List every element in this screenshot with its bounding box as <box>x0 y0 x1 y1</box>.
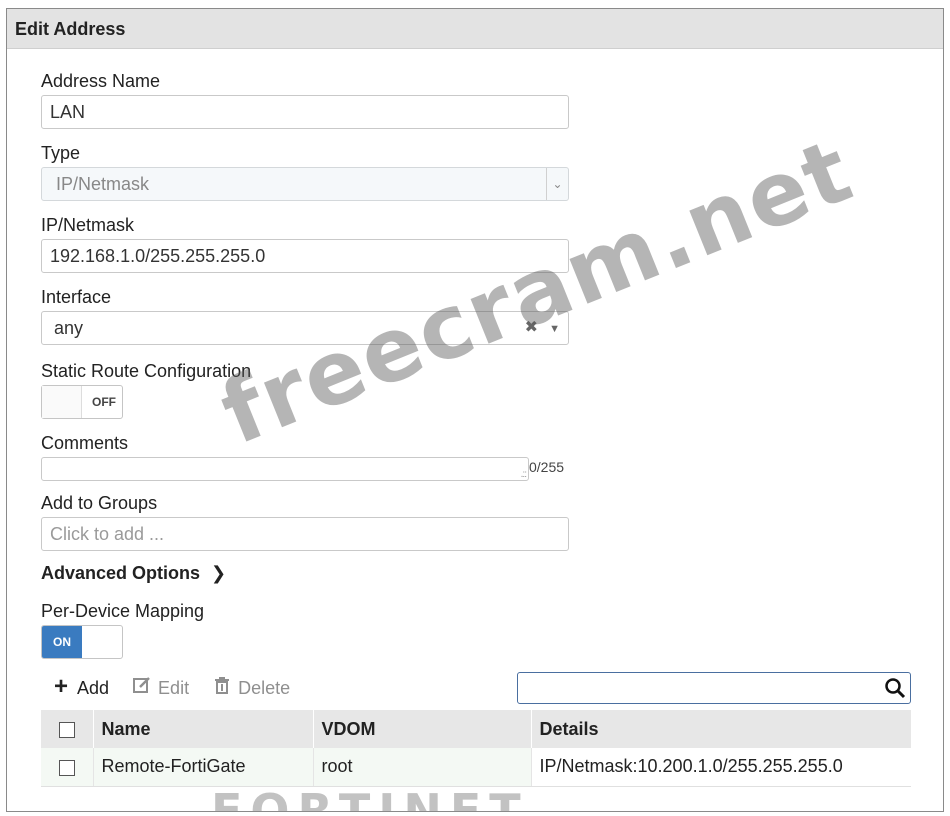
column-header-vdom[interactable]: VDOM <box>313 710 532 748</box>
edit-icon <box>132 676 152 699</box>
delete-label: Delete <box>238 678 291 698</box>
interface-value: any <box>54 318 84 338</box>
comments-char-counter: 0/255 <box>529 459 565 475</box>
search-icon[interactable] <box>884 677 906 699</box>
add-label: Add <box>77 677 110 698</box>
edit-button[interactable]: Edit <box>132 676 189 699</box>
type-value: IP/Netmask <box>56 174 150 194</box>
add-button[interactable]: + Add <box>51 672 110 700</box>
chevron-down-icon[interactable]: ⌄ <box>546 168 568 200</box>
select-all-cell <box>41 710 94 748</box>
advanced-options-toggle[interactable]: Advanced Options ❯ <box>41 563 226 584</box>
dialog-title: Edit Address <box>7 9 943 49</box>
comments-label: Comments <box>41 433 129 453</box>
advanced-options-label: Advanced Options <box>41 563 201 583</box>
comments-textarea[interactable]: .:: <box>41 457 529 481</box>
edit-label: Edit <box>158 678 190 698</box>
row-checkbox[interactable] <box>58 759 75 776</box>
toggle-knob <box>42 386 82 418</box>
groups-placeholder: Click to add ... <box>50 524 165 544</box>
row-details: IP/Netmask:10.200.1.0/255.255.255.0 <box>531 748 911 787</box>
resize-grip-icon[interactable]: .:: <box>521 469 527 480</box>
column-header-details[interactable]: Details <box>531 710 912 748</box>
trash-icon <box>212 676 232 699</box>
row-name: Remote-FortiGate <box>93 748 314 787</box>
mapping-table: Name VDOM Details Remote-FortiGate root … <box>41 710 912 787</box>
chevron-right-icon: ❯ <box>211 563 227 583</box>
plus-icon: + <box>53 672 68 700</box>
interface-label: Interface <box>41 287 112 307</box>
table-row[interactable]: Remote-FortiGate root IP/Netmask:10.200.… <box>41 748 911 787</box>
groups-input[interactable]: Click to add ... <box>41 517 569 551</box>
mapping-toolbar: + Add Edit Delete <box>51 672 308 702</box>
ip-netmask-value: 192.168.1.0/255.255.255.0 <box>50 246 266 266</box>
per-device-toggle[interactable]: ON <box>41 625 123 659</box>
table-header-row: Name VDOM Details <box>41 710 912 748</box>
static-route-toggle[interactable]: OFF <box>41 385 123 419</box>
toggle-on-label: ON <box>42 626 82 658</box>
groups-label: Add to Groups <box>41 493 158 513</box>
address-name-label: Address Name <box>41 71 161 91</box>
row-vdom: root <box>313 748 532 787</box>
search-input[interactable] <box>517 672 911 704</box>
address-name-value: LAN <box>50 102 86 122</box>
row-checkbox-cell <box>41 748 94 787</box>
ip-netmask-label: IP/Netmask <box>41 215 135 235</box>
fortinet-logo: FORTINET <box>211 785 529 812</box>
address-name-input[interactable]: LAN <box>41 95 569 129</box>
column-header-name[interactable]: Name <box>93 710 314 748</box>
per-device-label: Per-Device Mapping <box>41 601 205 621</box>
select-all-checkbox[interactable] <box>58 721 75 738</box>
delete-button[interactable]: Delete <box>212 676 290 699</box>
toggle-off-label: OFF <box>92 395 116 409</box>
edit-address-dialog: Edit Address Address Name LAN Type IP/Ne… <box>6 8 944 812</box>
type-select[interactable]: IP/Netmask ⌄ <box>41 167 569 201</box>
type-label: Type <box>41 143 81 163</box>
